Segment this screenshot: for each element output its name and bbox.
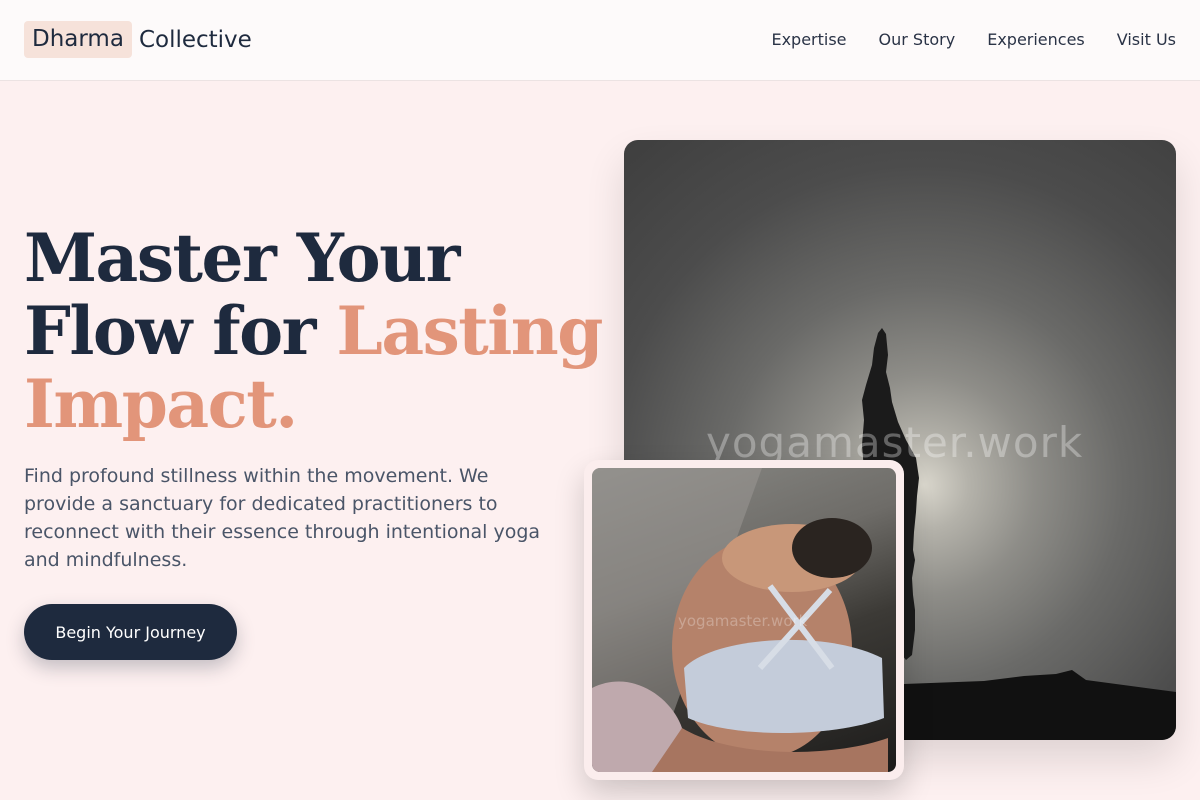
hero-description: Find profound stillness within the movem… bbox=[24, 465, 541, 571]
brand-logo[interactable]: Dharma Collective bbox=[24, 21, 252, 58]
hero-title: Master Your Flow for Lasting Impact. bbox=[24, 222, 604, 441]
hero-title-line2: Flow for bbox=[24, 292, 337, 370]
hero-inset-image-frame: yogamaster.work bbox=[584, 460, 904, 780]
hero-inset-image: yogamaster.work bbox=[592, 468, 896, 772]
main-nav: Expertise Our Story Experiences Visit Us bbox=[771, 29, 1176, 51]
nav-link-expertise[interactable]: Expertise bbox=[771, 29, 846, 51]
hero-title-line1: Master Your bbox=[24, 219, 460, 297]
hair bbox=[792, 518, 872, 578]
nav-link-our-story[interactable]: Our Story bbox=[879, 29, 956, 51]
inset-image-watermark: yogamaster.work bbox=[678, 612, 808, 630]
hero-title-accent-impact: Impact. bbox=[24, 365, 298, 443]
nav-link-visit-us[interactable]: Visit Us bbox=[1117, 29, 1176, 51]
sports-bra bbox=[684, 639, 884, 733]
top-navbar: Dharma Collective Expertise Our Story Ex… bbox=[0, 0, 1200, 81]
brand-badge: Dharma bbox=[24, 21, 132, 58]
brand-name: Collective bbox=[138, 26, 252, 53]
begin-journey-button[interactable]: Begin Your Journey bbox=[24, 604, 237, 660]
nav-link-experiences[interactable]: Experiences bbox=[987, 29, 1085, 51]
hero-title-accent-lasting: Lasting bbox=[336, 292, 603, 370]
